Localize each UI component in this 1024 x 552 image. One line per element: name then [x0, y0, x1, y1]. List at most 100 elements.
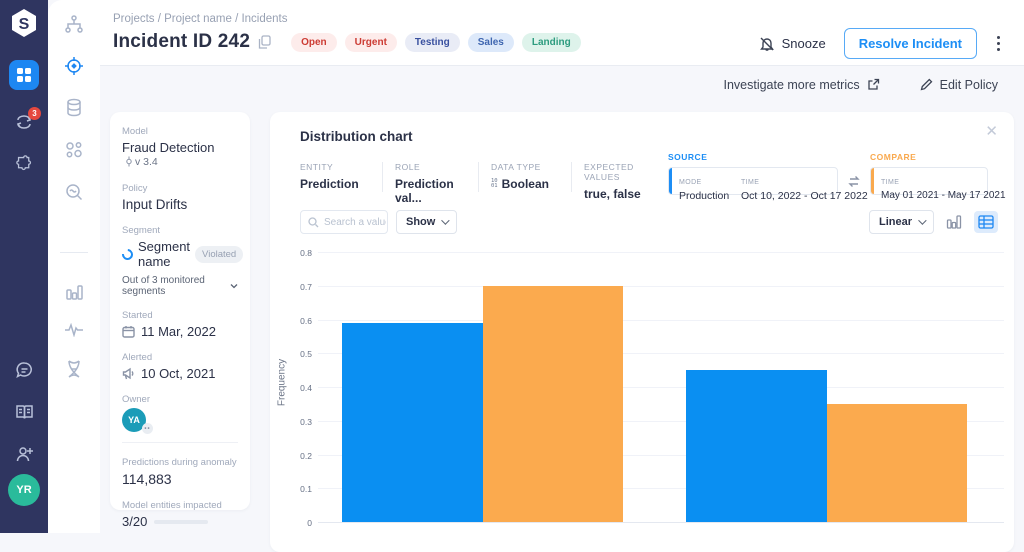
chart-meta-row: ENTITY Prediction ROLE Prediction val...… — [300, 162, 674, 205]
segment-loader-icon — [120, 246, 135, 261]
search-icon — [308, 217, 319, 228]
panel-divider — [122, 442, 238, 443]
mode-label: MODE — [679, 179, 702, 186]
chevron-down-icon — [230, 283, 238, 289]
segment-value: Segment name — [138, 239, 190, 269]
owner-more-badge: •• — [142, 423, 153, 434]
distribution-chart-panel: Distribution chart ✕ ENTITY Prediction R… — [270, 112, 1014, 552]
alerts-count-badge: 3 — [28, 107, 41, 120]
copy-icon[interactable] — [258, 35, 271, 49]
table-view-toggle-icon[interactable] — [974, 211, 998, 233]
binary-icon: 10 01 — [491, 179, 498, 189]
integrations-puzzle-icon[interactable] — [15, 154, 34, 173]
megaphone-icon — [122, 367, 135, 380]
dna-icon[interactable] — [66, 359, 82, 379]
expected-values-label: EXPECTED VALUES — [584, 162, 662, 182]
secondary-sidebar — [48, 0, 100, 533]
segments-cluster-icon[interactable] — [64, 140, 84, 160]
activity-pulse-icon[interactable] — [64, 323, 84, 337]
data-type-value: 10 01 Boolean — [491, 177, 559, 191]
chart-controls: Show Linear — [300, 210, 998, 234]
resolve-incident-button[interactable]: Resolve Incident — [844, 28, 977, 59]
role-label: ROLE — [395, 162, 466, 172]
bar-compare-group2 — [827, 404, 968, 522]
bar-source-group2 — [686, 370, 827, 522]
tag-urgent: Urgent — [345, 33, 397, 52]
chevron-down-icon — [918, 216, 926, 224]
compare-selector[interactable]: TIME May 01 2021 - May 17 2021 — [870, 167, 988, 195]
search-input[interactable] — [324, 217, 386, 228]
compare-time-label: TIME — [881, 179, 899, 186]
entities-value: 3/20 — [122, 514, 147, 529]
user-avatar[interactable]: YR — [8, 474, 40, 506]
bar-source-group1 — [342, 323, 483, 522]
value-search[interactable] — [300, 210, 388, 234]
snooze-button[interactable]: Snooze — [759, 36, 826, 52]
segment-label: Segment — [122, 225, 238, 236]
tag-testing: Testing — [405, 33, 460, 52]
external-link-icon — [867, 78, 880, 91]
bell-slash-icon — [759, 36, 775, 52]
y-axis-tick: 0.2 — [284, 451, 312, 461]
y-axis-tick: 0.3 — [284, 417, 312, 427]
model-value: Fraud Detectionv 3.4 — [122, 140, 238, 170]
entity-label: ENTITY — [300, 162, 370, 172]
role-value: Prediction val... — [395, 177, 466, 205]
show-dropdown[interactable]: Show — [396, 210, 457, 234]
docs-book-icon[interactable] — [15, 404, 34, 421]
breadcrumb[interactable]: Projects / Project name / Incidents — [113, 13, 288, 25]
y-axis-tick: 0.8 — [284, 248, 312, 258]
predictions-label: Predictions during anomaly — [122, 457, 238, 468]
expected-values-value: true, false — [584, 187, 662, 201]
gridline — [318, 320, 1004, 321]
started-value: 11 Mar, 2022 — [122, 324, 238, 339]
gridline — [318, 252, 1004, 253]
edit-policy-link[interactable]: Edit Policy — [920, 78, 998, 92]
bar-compare-group1 — [483, 286, 624, 522]
more-options-icon[interactable] — [995, 34, 1002, 53]
close-icon[interactable]: ✕ — [985, 122, 998, 140]
policy-value: Input Drifts — [122, 197, 238, 212]
predictions-value: 114,883 — [122, 471, 238, 487]
model-label: Model — [122, 126, 238, 137]
incident-info-panel: Model Fraud Detectionv 3.4 Policy Input … — [110, 112, 250, 510]
search-insights-icon[interactable] — [64, 182, 84, 202]
chevron-down-icon — [442, 216, 450, 224]
invite-user-icon[interactable] — [15, 445, 34, 463]
alerted-value: 10 Oct, 2021 — [122, 366, 238, 381]
database-icon[interactable] — [65, 98, 83, 118]
tag-open: Open — [291, 33, 337, 52]
data-type-label: DATA TYPE — [491, 162, 559, 172]
y-axis-tick: 0.5 — [284, 349, 312, 359]
y-axis-tick: 0.4 — [284, 383, 312, 393]
policy-label: Policy — [122, 183, 238, 194]
bar-chart-icon[interactable] — [65, 283, 83, 301]
dashboard-grid-icon[interactable] — [9, 60, 39, 90]
violated-badge: Violated — [195, 246, 243, 263]
pencil-icon — [920, 78, 933, 91]
calendar-icon — [122, 325, 135, 338]
swap-icon[interactable] — [847, 175, 861, 188]
scale-dropdown[interactable]: Linear — [869, 210, 934, 234]
target-crosshair-icon[interactable] — [64, 56, 84, 76]
source-compare-selectors: SOURCE MODE Production TIME Oct 10, 2022… — [668, 152, 988, 195]
entities-progress-bar — [154, 520, 208, 524]
monitored-segments-expander[interactable]: Out of 3 monitored segments — [122, 275, 238, 297]
subheader: Investigate more metrics Edit Policy — [100, 66, 1024, 103]
started-label: Started — [122, 310, 238, 321]
app-logo-icon: S — [10, 8, 38, 43]
feedback-chat-icon[interactable] — [15, 361, 34, 380]
tag-sales: Sales — [468, 33, 514, 52]
owner-avatar[interactable]: YA •• — [122, 408, 146, 432]
chart-title: Distribution chart — [300, 129, 413, 144]
source-time-value: Oct 10, 2022 - Oct 17 2022 — [741, 190, 868, 202]
compare-time-value: May 01 2021 - May 17 2021 — [881, 190, 1006, 201]
chart-view-toggle-icon[interactable] — [942, 211, 966, 233]
source-selector[interactable]: MODE Production TIME Oct 10, 2022 - Oct … — [668, 167, 838, 195]
investigate-metrics-link[interactable]: Investigate more metrics — [723, 78, 879, 92]
alerted-label: Alerted — [122, 352, 238, 363]
sync-alerts-icon[interactable]: 3 — [14, 112, 34, 132]
org-hierarchy-icon[interactable] — [64, 14, 84, 34]
source-label: SOURCE — [668, 152, 838, 162]
entity-value: Prediction — [300, 177, 370, 191]
